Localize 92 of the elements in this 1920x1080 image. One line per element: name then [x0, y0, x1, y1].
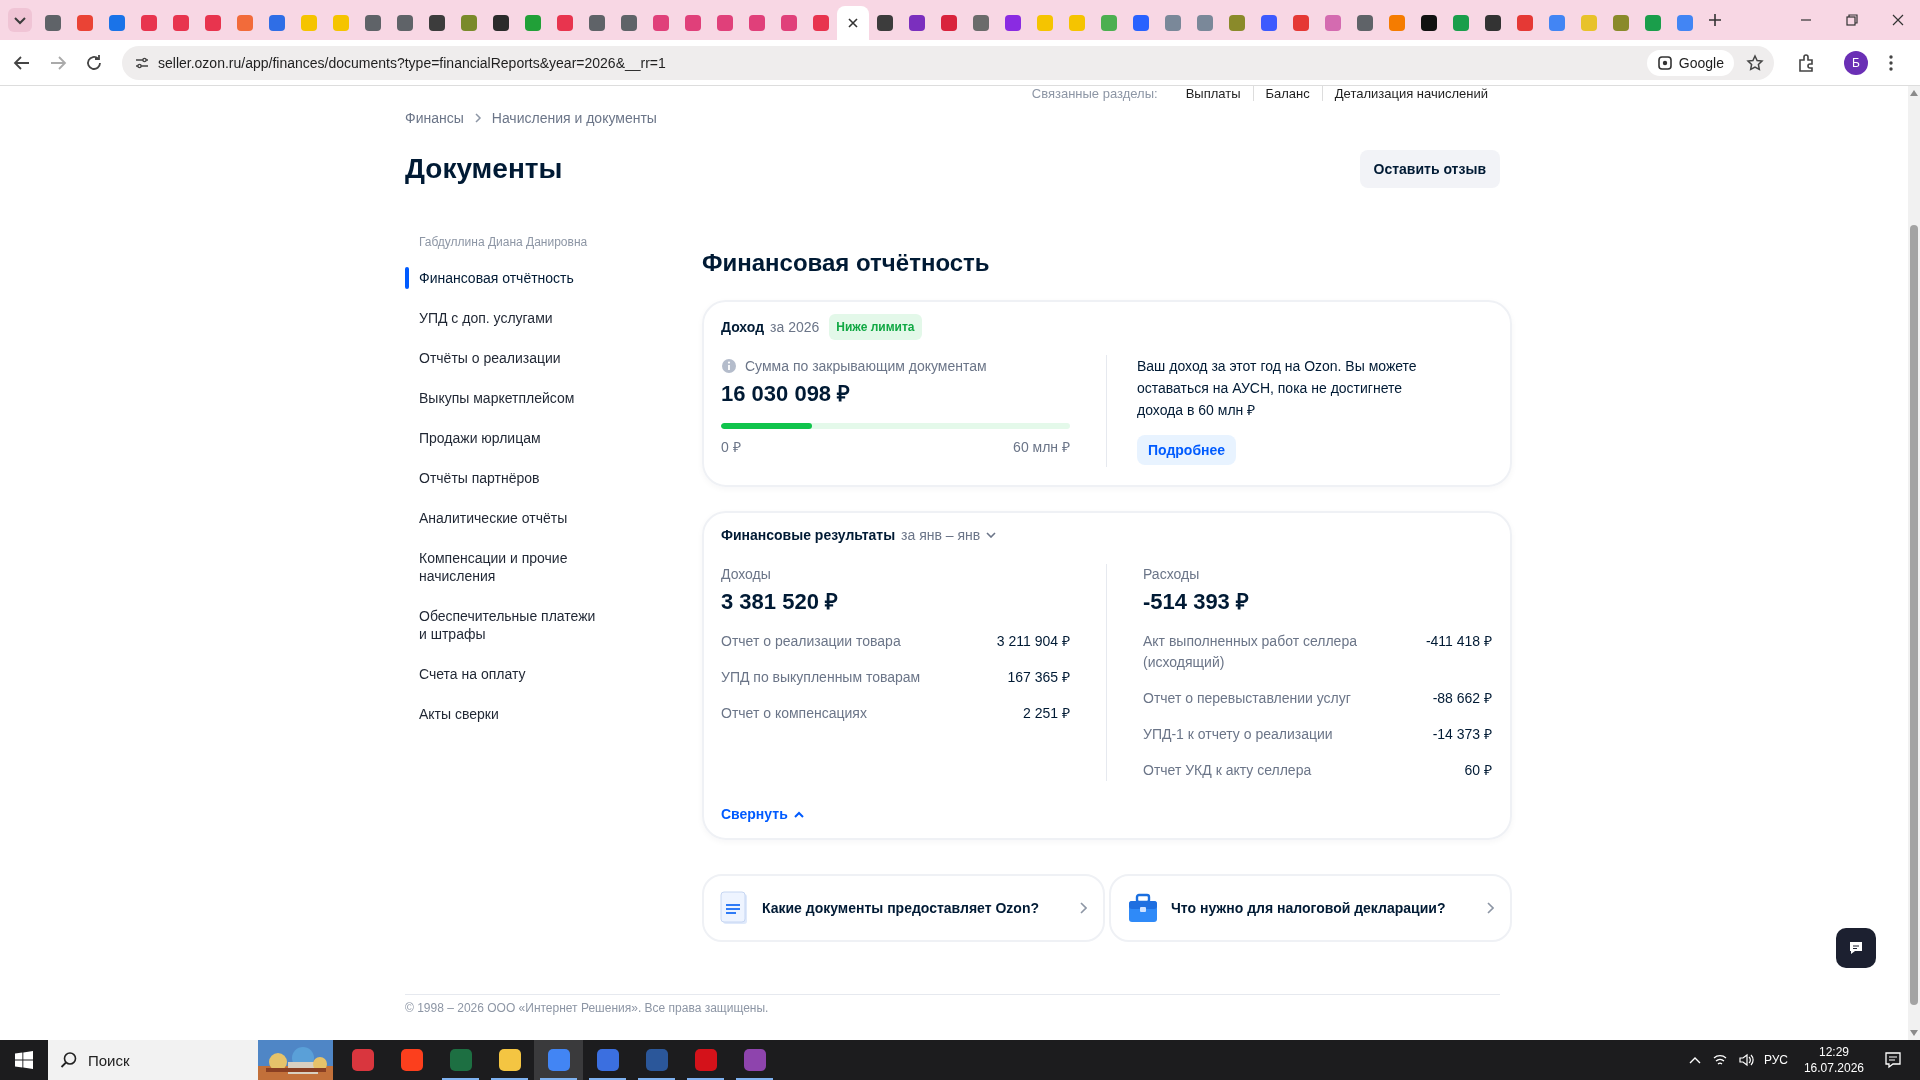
- windows-logo-icon[interactable]: [15, 1051, 33, 1069]
- scroll-up-icon[interactable]: [1910, 90, 1918, 96]
- sidebar-item[interactable]: Финансовая отчётность: [405, 258, 597, 298]
- total-amount: 3 381 520 ₽: [721, 588, 839, 616]
- sidebar-item[interactable]: Отчёты партнёров: [405, 458, 597, 498]
- star-icon[interactable]: [1746, 53, 1764, 72]
- related-label: Связанные разделы:: [1031, 86, 1158, 101]
- section-title: Финансовая отчётность: [702, 248, 991, 278]
- sidebar-item[interactable]: Компенсации и прочие начисления: [405, 538, 597, 596]
- info-icon[interactable]: [721, 358, 737, 374]
- notification-icon[interactable]: [1884, 1051, 1902, 1069]
- related-link[interactable]: Выплаты: [1173, 86, 1253, 101]
- google-lens-button[interactable]: Google: [1646, 49, 1734, 76]
- card-title: Финансовые результаты: [721, 526, 896, 545]
- search-placeholder: Поиск: [88, 1051, 130, 1069]
- column-label: Расходы: [1143, 565, 1201, 584]
- close-icon[interactable]: [1890, 12, 1906, 28]
- taskbar-app[interactable]: [534, 1040, 583, 1080]
- scrollbar[interactable]: [1908, 86, 1920, 1040]
- close-icon[interactable]: [847, 17, 859, 29]
- lens-icon: [1656, 54, 1673, 71]
- scrollbar-thumb[interactable]: [1910, 225, 1918, 1005]
- sidebar-item[interactable]: УПД с доп. услугами: [405, 298, 597, 338]
- total-amount: -514 393 ₽: [1143, 588, 1250, 616]
- reload-icon[interactable]: [84, 52, 104, 73]
- report-name: Акт выполненных работ селлера (исходящий): [1143, 632, 1358, 672]
- sidebar-item[interactable]: Акты сверки: [405, 694, 597, 734]
- volume-icon[interactable]: [1737, 1052, 1754, 1068]
- related-link[interactable]: Детализация начислений: [1321, 86, 1500, 101]
- report-name: УПД-1 к отчету о реализации: [1143, 725, 1333, 744]
- chevron-right-icon: [1079, 902, 1087, 914]
- clock-date[interactable]: 16.07.2026: [1803, 1060, 1864, 1076]
- document-icon: [720, 891, 750, 925]
- taskbar-search-field[interactable]: Поиск: [48, 1040, 333, 1080]
- chevron-down-icon: [986, 532, 997, 538]
- sidebar-item[interactable]: Счета на оплату: [405, 654, 597, 694]
- briefcase-icon: [1127, 892, 1159, 924]
- footer-text: © 1998 – 2026 ООО «Интернет Решения». Все права защищены.: [405, 994, 1500, 1015]
- breadcrumb-link[interactable]: Начисления и документы: [491, 108, 657, 128]
- search-icon: [60, 1051, 78, 1069]
- column-label: Доходы: [721, 565, 772, 584]
- income-amount: 16 030 098 ₽: [721, 380, 852, 408]
- clock-time[interactable]: 12:29: [1818, 1044, 1849, 1060]
- extensions-icon[interactable]: [1796, 52, 1816, 73]
- sidebar-item[interactable]: Аналитические отчёты: [405, 498, 597, 538]
- restore-icon[interactable]: [1844, 12, 1860, 28]
- scale-label: 0 ₽: [721, 438, 741, 457]
- related-link[interactable]: Баланс: [1252, 86, 1322, 101]
- caption-text: Сумма по закрывающим документам: [745, 357, 987, 376]
- report-amount: 60 ₽: [1464, 761, 1492, 780]
- report-amount: -14 373 ₽: [1432, 725, 1492, 744]
- new-tab-icon[interactable]: [1707, 12, 1723, 28]
- report-amount: -411 418 ₽: [1425, 632, 1492, 651]
- info-text: Ваш доход за этот год на Ozon. Вы можете оставаться на АУСН, пока не достигнете дохода в 60 млн ₽: [1137, 357, 1418, 420]
- chevron-right-icon: [473, 113, 482, 123]
- report-amount: 3 211 904 ₽: [996, 632, 1070, 651]
- scale-label: 60 млн ₽: [1013, 438, 1070, 457]
- report-name: Отчет о реализации товара: [721, 632, 901, 651]
- status-badge: Ниже лимита: [829, 314, 922, 340]
- details-button[interactable]: Подробнее: [1137, 435, 1237, 465]
- collapse-link[interactable]: Свернуть: [721, 804, 804, 824]
- report-name: Отчет о перевыставлении услуг: [1143, 689, 1351, 708]
- sidebar-item[interactable]: Отчёты о реализации: [405, 338, 597, 378]
- period-text: за 2026: [770, 318, 820, 337]
- page-title: Документы: [405, 153, 563, 185]
- sidebar-item[interactable]: Продажи юрлицам: [405, 418, 597, 458]
- language-indicator[interactable]: РУС: [1763, 1053, 1788, 1067]
- tab-list-icon[interactable]: [8, 8, 32, 32]
- chevron-up-icon: [793, 810, 804, 818]
- report-amount: -88 662 ₽: [1432, 689, 1492, 708]
- report-amount: 2 251 ₽: [1023, 704, 1070, 723]
- sidebar-item[interactable]: Обеспечительные платежи и штрафы: [405, 596, 597, 654]
- address-field[interactable]: seller.ozon.ru/app/finances/documents?type=financialReports&year=2026&__rr=1 Google: [122, 45, 1774, 80]
- help-link-card[interactable]: Что нужно для налоговой декларации?: [1109, 874, 1512, 942]
- url-text: seller.ozon.ru/app/finances/documents?type=financialReports&year=2026&__rr=1: [158, 54, 666, 71]
- report-name: Отчет УКД к акту селлера: [1143, 761, 1312, 780]
- chevron-right-icon: [1486, 902, 1494, 914]
- card-title: Доход: [721, 318, 765, 337]
- menu-icon[interactable]: [1888, 53, 1894, 72]
- chat-icon: [1847, 939, 1865, 957]
- breadcrumb-link[interactable]: Финансы: [405, 108, 464, 128]
- feedback-button[interactable]: Оставить отзыв: [1359, 150, 1500, 188]
- report-amount: 167 365 ₽: [1007, 668, 1070, 687]
- report-name: Отчет о компенсациях: [721, 704, 867, 723]
- scroll-down-icon[interactable]: [1910, 1030, 1918, 1036]
- profile-avatar[interactable]: Б: [1844, 50, 1868, 75]
- report-name: УПД по выкупленным товарам: [721, 668, 921, 687]
- chat-button[interactable]: [1836, 928, 1876, 968]
- help-link-card[interactable]: Какие документы предоставляет Ozon?: [702, 874, 1105, 942]
- owner-name: Габдуллина Диана Данировна: [418, 234, 589, 250]
- period-dropdown[interactable]: за янв – янв: [901, 525, 997, 545]
- sidebar-item[interactable]: Выкупы маркетплейсом: [405, 378, 597, 418]
